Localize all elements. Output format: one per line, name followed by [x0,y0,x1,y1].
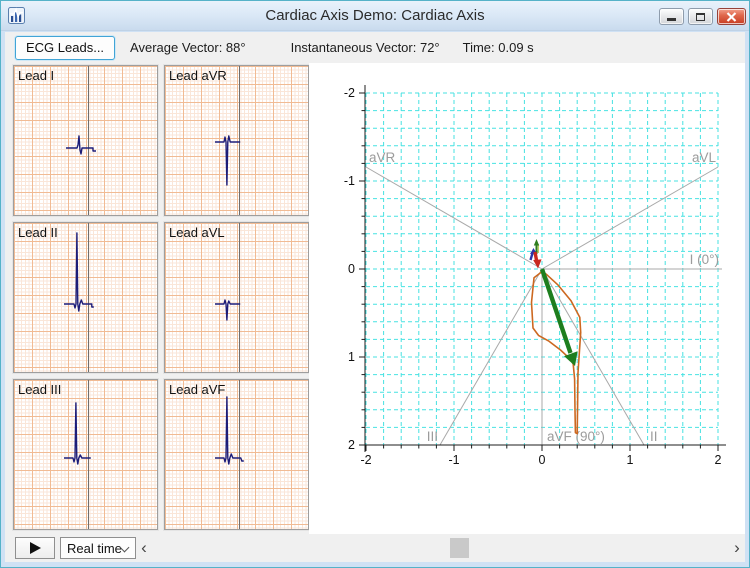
average-vector-arrow [533,251,542,269]
play-icon [29,542,41,554]
average-vector-readout: Average Vector: 88° [130,40,246,55]
lead-panel-ii: Lead II [12,221,159,374]
axis-rays [365,166,722,446]
lead-panel-avl: Lead aVL [163,221,310,374]
minimize-icon [667,18,676,21]
app-window: Cardiac Axis Demo: Cardiac Axis ECG Lead… [0,0,750,568]
scroll-right-button[interactable]: › [729,538,745,558]
toolbar: ECG Leads... Average Vector: 88° Instant… [5,32,745,63]
play-button[interactable] [15,537,55,559]
title-bar[interactable]: Cardiac Axis Demo: Cardiac Axis [1,1,749,31]
svg-text:1: 1 [627,453,634,467]
svg-text:-2: -2 [360,453,371,467]
svg-text:-1: -1 [448,453,459,467]
scrollbar-thumb[interactable] [450,538,469,558]
time-readout: Time: 0.09 s [462,40,534,55]
client-area: ECG Leads... Average Vector: 88° Instant… [5,32,745,562]
ecg-trace-lead-ii [64,232,94,312]
svg-text:2: 2 [348,438,355,452]
svg-text:0: 0 [348,262,355,276]
svg-text:-1: -1 [344,174,355,188]
window-title: Cardiac Axis Demo: Cardiac Axis [265,7,485,24]
close-icon [726,11,737,22]
instantaneous-vector-readout: Instantaneous Vector: 72° [290,40,440,55]
ray-lead-iii [439,268,543,446]
lead-label: Lead aVF [169,382,226,397]
lead-panel-avf: Lead aVF [163,378,310,531]
close-button[interactable] [717,8,746,25]
label-lead-ii: II [650,429,658,444]
cardiac-axis-plot: aVR aVL I (0°) III aVF (90°) II -2 -1 0 … [309,63,745,534]
svg-text:0: 0 [539,453,546,467]
ray-avr [365,166,543,270]
lead-label: Lead II [18,225,58,240]
lead-label: Lead aVR [169,68,227,83]
maximize-icon [696,12,705,21]
lead-label: Lead III [18,382,62,397]
scroll-left-button[interactable]: ‹ [136,538,152,558]
minimize-button[interactable] [659,8,684,25]
playback-bar: Real time ‹ › [5,534,745,562]
playback-mode-select[interactable]: Real time [60,537,136,559]
lead-panel-avr: Lead aVR [163,64,310,217]
lead-label: Lead I [18,68,55,83]
maximize-button[interactable] [688,8,713,25]
label-avl: aVL [692,150,717,165]
svg-text:1: 1 [348,350,355,364]
lead-panel-i: Lead I [12,64,159,217]
ecg-leads-grid: Lead I Lead aVR Lead II Lead aVL Lead II… [5,63,310,534]
label-lead-i: I (0°) [690,252,719,267]
playback-mode-value: Real time [67,540,122,556]
svg-text:-2: -2 [344,86,355,100]
lead-label: Lead aVL [169,225,225,240]
ecg-leads-button[interactable]: ECG Leads... [15,35,116,60]
ecg-trace-lead-avf [215,396,244,465]
scrollbar-track[interactable] [152,537,729,559]
label-avr: aVR [369,150,396,165]
ecg-trace-lead-avr [215,135,241,186]
label-lead-iii: III [427,429,438,444]
ecg-trace-lead-iii [64,402,91,465]
ecg-trace-lead-i [66,135,96,155]
lead-panel-iii: Lead III [12,378,159,531]
svg-text:2: 2 [715,453,722,467]
ecg-trace-lead-avl [215,299,241,321]
timeline-scrollbar: ‹ › [136,537,745,559]
